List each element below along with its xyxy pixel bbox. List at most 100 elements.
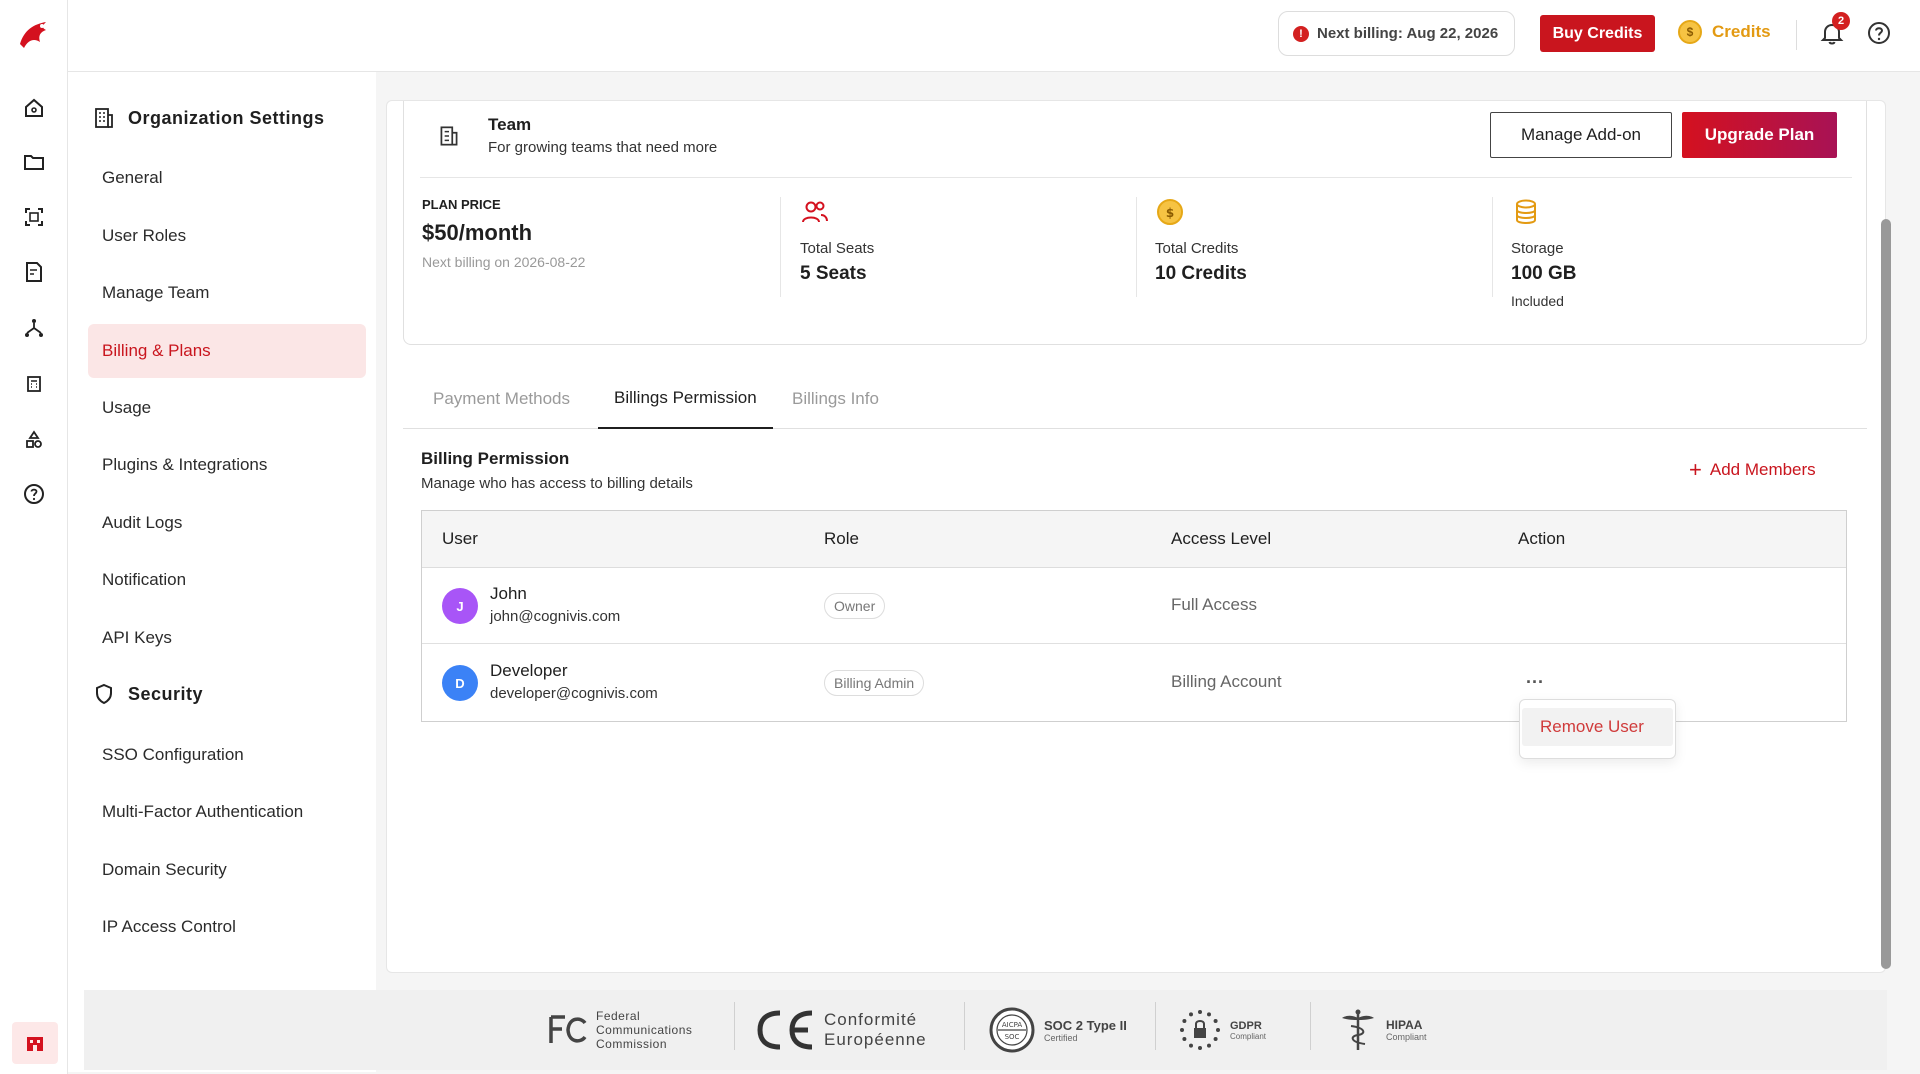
shapes-icon[interactable]	[22, 428, 46, 452]
nav-item-sso-configuration[interactable]: SSO Configuration	[88, 728, 366, 782]
soc-seal-bottom: SOC	[1005, 1033, 1020, 1041]
ce-line-1: Conformité	[824, 1010, 918, 1029]
aicpa-soc-seal-icon: AICPA SOC	[989, 1007, 1035, 1053]
add-members-button[interactable]: + Add Members	[1689, 459, 1816, 481]
top-header: ! Next billing: Aug 22, 2026 Buy Credits…	[68, 0, 1920, 72]
nav-item-manage-team[interactable]: Manage Team	[88, 266, 366, 320]
footer-divider	[964, 1002, 965, 1050]
total-credits-label: Total Credits	[1155, 240, 1239, 257]
nav-item-notification[interactable]: Notification	[88, 553, 366, 607]
plan-next-billing: Next billing on 2026-08-22	[422, 254, 586, 270]
nav-item-general[interactable]: General	[88, 151, 366, 205]
gdpr-badge: GDPR Compliant	[1178, 1004, 1266, 1056]
credits-link[interactable]: $ Credits	[1678, 20, 1771, 44]
nav-item-ip-access-control[interactable]: IP Access Control	[88, 900, 366, 954]
alert-icon: !	[1293, 25, 1309, 42]
tab-billings-permission[interactable]: Billings Permission	[598, 369, 773, 429]
calculator-icon[interactable]	[22, 372, 46, 396]
more-options-icon[interactable]: ...	[1526, 667, 1544, 688]
gdpr-stars-lock-icon	[1180, 1010, 1220, 1050]
total-credits-stat: $ Total Credits 10 Credits	[1155, 197, 1455, 297]
nav-item-user-roles[interactable]: User Roles	[88, 209, 366, 263]
plan-price-value: $50/month	[422, 220, 533, 245]
gdpr-title: GDPR	[1230, 1019, 1262, 1032]
notification-count-badge: 2	[1832, 12, 1850, 30]
scan-icon[interactable]	[22, 205, 46, 229]
nav-item-mfa[interactable]: Multi-Factor Authentication	[88, 785, 366, 839]
user-email: john@cognivis.com	[490, 608, 621, 625]
billing-tabs: Payment Methods Billings Permission Bill…	[403, 369, 1867, 429]
shield-icon	[96, 683, 112, 705]
nav-item-plugins-integrations[interactable]: Plugins & Integrations	[88, 438, 366, 492]
nav-item-api-keys[interactable]: API Keys	[88, 611, 366, 665]
gdpr-sub: Compliant	[1230, 1031, 1267, 1041]
icon-rail	[0, 0, 68, 1074]
column-header-access-level: Access Level	[1171, 529, 1272, 548]
nav-item-billing-plans[interactable]: Billing & Plans	[88, 324, 366, 378]
buy-credits-button[interactable]: Buy Credits	[1540, 15, 1655, 52]
nav-item-audit-logs[interactable]: Audit Logs	[88, 496, 366, 550]
hipaa-sub: Compliant	[1386, 1032, 1427, 1042]
column-header-role: Role	[824, 529, 859, 548]
settings-sidebar: Organization Settings General User Roles…	[68, 72, 376, 1072]
nav-item-domain-security[interactable]: Domain Security	[88, 843, 366, 897]
plan-building-icon	[436, 123, 462, 149]
workflow-icon[interactable]	[22, 316, 46, 340]
next-billing-notice: ! Next billing: Aug 22, 2026	[1278, 11, 1515, 56]
fcc-line-3: Commission	[596, 1037, 668, 1051]
app-logo-icon[interactable]	[16, 18, 52, 52]
header-divider	[1796, 20, 1797, 50]
plus-icon: +	[1689, 457, 1702, 482]
row-actions-menu: Remove User	[1519, 699, 1676, 759]
building-icon	[27, 1037, 43, 1051]
footer-divider	[1310, 1002, 1311, 1050]
coin-icon: $	[1678, 20, 1702, 44]
tab-payment-methods[interactable]: Payment Methods	[433, 369, 570, 429]
fcc-line-1: Federal	[596, 1009, 641, 1023]
manage-addon-button[interactable]: Manage Add-on	[1490, 112, 1672, 158]
stat-divider	[1136, 197, 1137, 297]
organization-button[interactable]	[12, 1022, 58, 1064]
next-billing-text: Next billing: Aug 22, 2026	[1317, 25, 1499, 42]
user-email: developer@cognivis.com	[490, 685, 658, 702]
help-icon[interactable]	[1866, 20, 1892, 46]
column-header-user: User	[442, 529, 478, 548]
remove-user-menu-item[interactable]: Remove User	[1522, 708, 1673, 746]
plan-name: Team	[488, 115, 532, 134]
coin-icon: $	[1157, 199, 1183, 225]
home-icon[interactable]	[22, 96, 46, 120]
caduceus-icon	[1342, 1009, 1374, 1050]
role-badge: Billing Admin	[824, 670, 925, 696]
plan-subtitle: For growing teams that need more	[488, 139, 718, 156]
organization-building-icon	[95, 108, 113, 128]
total-seats-value: 5 Seats	[800, 263, 867, 284]
content-scrollbar[interactable]	[1881, 219, 1891, 969]
billing-permission-subtitle: Manage who has access to billing details	[421, 475, 693, 492]
plan-divider	[420, 177, 1852, 178]
plan-price-stat: PLAN PRICE $50/month Next billing on 202…	[422, 197, 722, 297]
tab-billings-info[interactable]: Billings Info	[792, 369, 879, 429]
avatar: J	[442, 588, 478, 624]
security-title: Security	[128, 683, 204, 704]
upgrade-plan-button[interactable]: Upgrade Plan	[1682, 112, 1837, 158]
storage-label: Storage	[1511, 240, 1564, 257]
table-header: User Role Access Level Action	[422, 511, 1846, 568]
document-edit-icon[interactable]	[22, 260, 46, 284]
fcc-line-2: Communications	[596, 1023, 693, 1037]
ce-mark-icon	[757, 1010, 813, 1050]
svg-text:$: $	[1166, 206, 1174, 220]
user-name: Developer	[490, 661, 568, 680]
soc2-badge: AICPA SOC SOC 2 Type II Certified	[988, 1004, 1127, 1056]
access-level: Full Access	[1171, 595, 1257, 614]
database-icon	[1516, 199, 1536, 224]
footer-divider	[1155, 1002, 1156, 1050]
soc2-title: SOC 2 Type II	[1044, 1017, 1127, 1033]
billing-permission-table: User Role Access Level Action J John joh…	[421, 510, 1847, 722]
help-circle-icon[interactable]	[22, 482, 46, 506]
folder-icon[interactable]	[22, 150, 46, 174]
main-content: Team For growing teams that need more Ma…	[386, 100, 1891, 973]
nav-item-usage[interactable]: Usage	[88, 381, 366, 435]
billing-permission-title: Billing Permission	[421, 449, 570, 468]
storage-note: Included	[1511, 293, 1564, 309]
organization-settings-heading: Organization Settings	[92, 106, 325, 130]
